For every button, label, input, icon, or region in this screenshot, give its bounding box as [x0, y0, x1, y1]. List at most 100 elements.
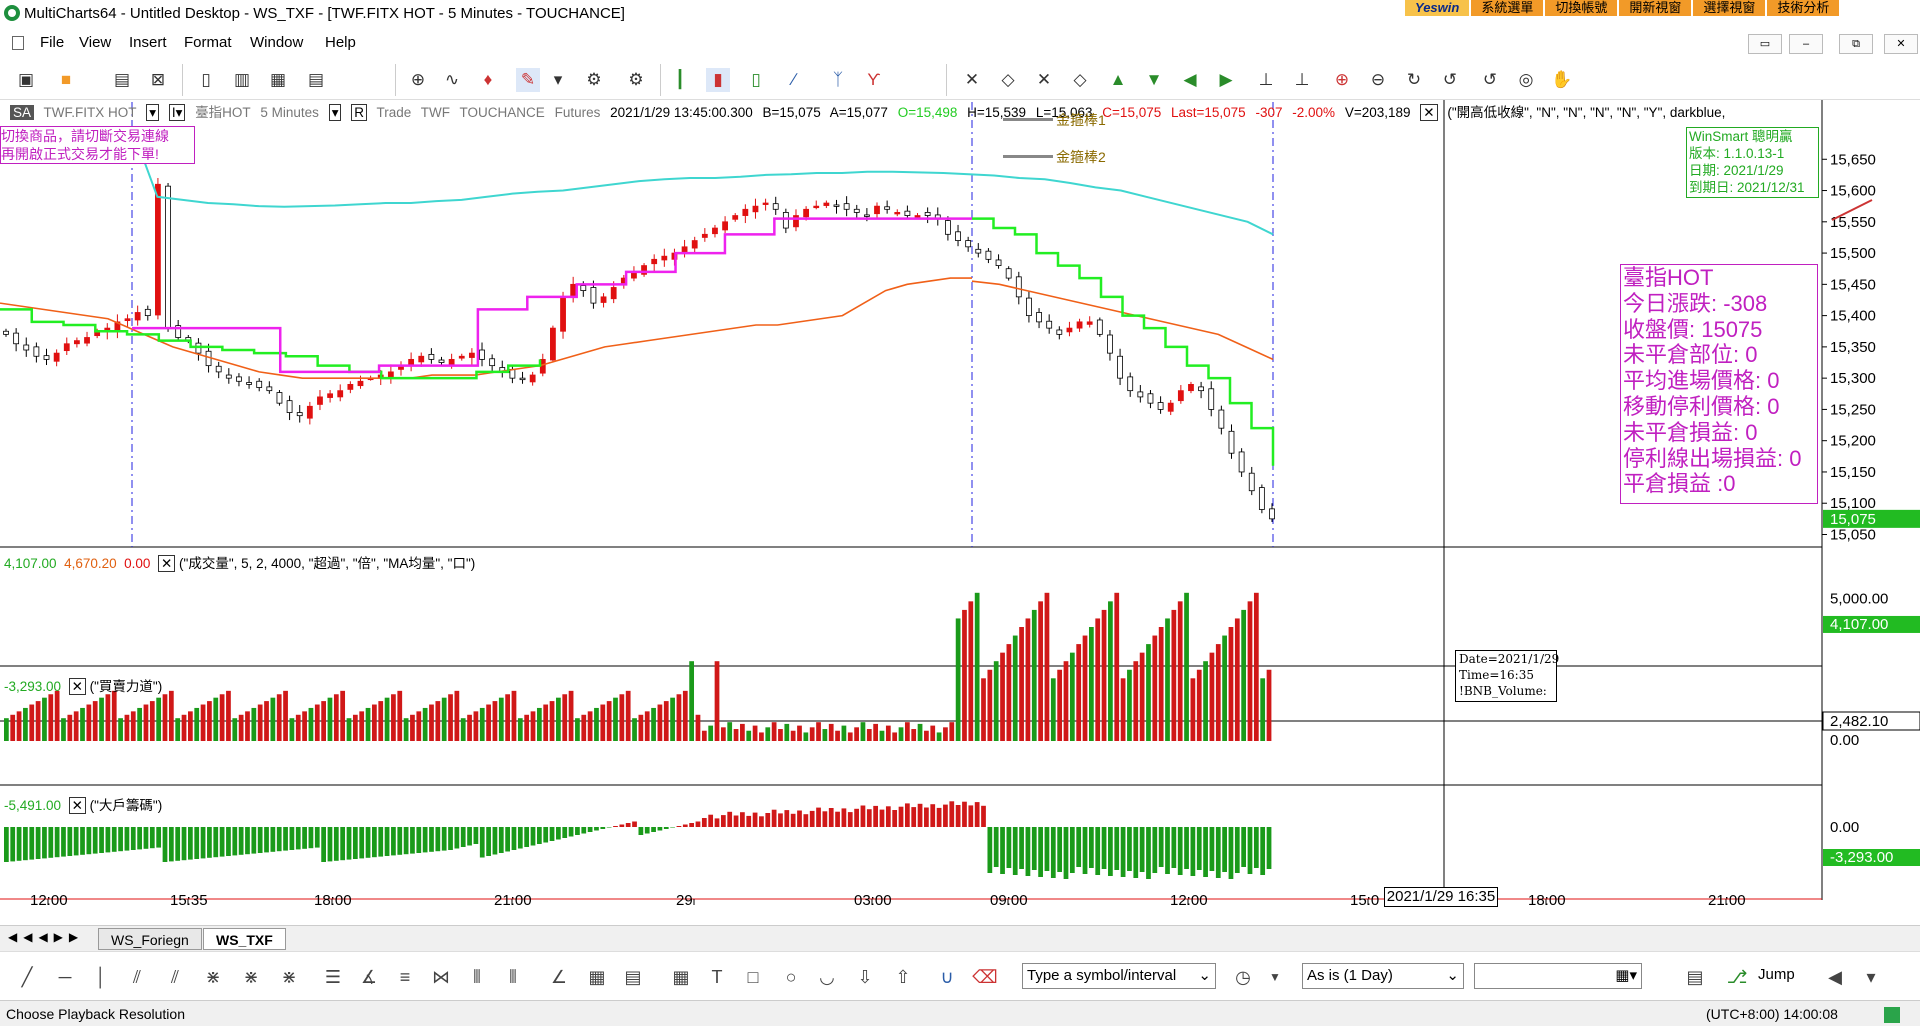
- settings-gear-icon[interactable]: ⚙: [582, 68, 606, 92]
- eraser-icon[interactable]: ⌫: [972, 964, 998, 990]
- fibonacci-time-icon[interactable]: ⦀: [500, 964, 526, 990]
- format-window-icon[interactable]: ⚙: [624, 68, 648, 92]
- remove-study-icon[interactable]: ✕: [1420, 104, 1438, 121]
- fibonacci-time-zones-icon[interactable]: ⦀: [464, 964, 490, 990]
- page-icon[interactable]: ▯: [194, 68, 218, 92]
- symbol-dropdown-icon[interactable]: ▾: [146, 104, 160, 121]
- chart-window[interactable]: 15,650 15,600 15,550 15,500 15,450 15,400 15,3…: [0, 100, 1920, 910]
- menu-file[interactable]: File: [40, 34, 64, 51]
- tab-ws-txf[interactable]: WS_TXF: [203, 928, 286, 950]
- symbol-dropdown-icon[interactable]: ⌄: [1198, 964, 1211, 988]
- insert-drawing-icon[interactable]: ✎: [516, 68, 540, 92]
- tab-ws-foriegn[interactable]: WS_Foriegn: [98, 928, 202, 950]
- new-chart-icon[interactable]: ▣: [14, 68, 38, 92]
- close-button[interactable]: ✕: [1884, 34, 1918, 54]
- play-dropdown-icon[interactable]: ▾: [1858, 964, 1884, 990]
- menu-help[interactable]: Help: [325, 34, 356, 51]
- minimize-button[interactable]: –: [1789, 34, 1823, 54]
- vertical-line-icon[interactable]: │: [88, 964, 114, 990]
- playback-settings-icon[interactable]: ▤: [1682, 964, 1708, 990]
- zoom-xy-icon[interactable]: ✕: [1032, 68, 1056, 92]
- zoom-x-in-icon[interactable]: ✕: [960, 68, 984, 92]
- hide-icon[interactable]: ◎: [1514, 68, 1538, 92]
- fibonacci-extension-icon[interactable]: ≡: [392, 964, 418, 990]
- cursor-anchor-2-icon[interactable]: ⊥: [1290, 68, 1314, 92]
- line-chart-icon[interactable]: ∕: [782, 68, 806, 92]
- fibonacci-arcs-icon[interactable]: ⋈: [428, 964, 454, 990]
- andrews-pitchfork-icon[interactable]: ⋇: [276, 964, 302, 990]
- text-icon[interactable]: T: [704, 964, 730, 990]
- notes-icon[interactable]: ▤: [620, 964, 646, 990]
- insert-study-icon[interactable]: ⊕: [406, 68, 430, 92]
- symbol-input[interactable]: Type a symbol/interval ⌄: [1022, 963, 1216, 989]
- mode-badge[interactable]: SA: [10, 105, 35, 120]
- brand-menu-system[interactable]: 系統選單: [1471, 0, 1546, 16]
- brand-menu-new-window[interactable]: 開新視窗: [1619, 0, 1694, 16]
- restore-window-button[interactable]: ▭: [1748, 34, 1782, 54]
- rectangle-icon[interactable]: □: [740, 964, 766, 990]
- resolution-select[interactable]: As is (1 Day) ⌄: [1302, 963, 1464, 989]
- interval-label[interactable]: 5 Minutes: [260, 105, 319, 120]
- parallel-lines-icon[interactable]: ⫽: [162, 964, 188, 990]
- brand-menu-technical[interactable]: 技術分析: [1767, 0, 1842, 16]
- menu-view[interactable]: View: [79, 34, 111, 51]
- zoom-x-out-icon[interactable]: ◇: [996, 68, 1020, 92]
- fibonacci-retracement-icon[interactable]: ☰: [320, 964, 346, 990]
- arrow-down-icon[interactable]: ⇩: [852, 964, 878, 990]
- remove-volume-study-icon[interactable]: ✕: [157, 555, 176, 572]
- magnet-icon[interactable]: ∪: [934, 964, 960, 990]
- refresh-icon[interactable]: ↻: [1402, 68, 1426, 92]
- gann-icon[interactable]: ⋇: [238, 964, 264, 990]
- interval-type-badge[interactable]: I▾: [168, 104, 186, 121]
- save-icon[interactable]: ▤: [110, 68, 134, 92]
- cursor-anchor-icon[interactable]: ⊥: [1254, 68, 1278, 92]
- dropdown-arrow-icon[interactable]: ▾: [546, 68, 570, 92]
- jump-icon[interactable]: ⎇: [1724, 964, 1750, 990]
- scroll-up-icon[interactable]: ▲: [1106, 68, 1130, 92]
- candlestick-icon[interactable]: ▮: [706, 68, 730, 92]
- calculator-icon[interactable]: ▦: [266, 68, 290, 92]
- arrow-up-icon[interactable]: ⇧: [890, 964, 916, 990]
- zoom-out-icon[interactable]: ⊖: [1366, 68, 1390, 92]
- open-folder-icon[interactable]: ■: [54, 68, 78, 92]
- menu-insert[interactable]: Insert: [129, 34, 167, 51]
- arc-icon[interactable]: ◡: [814, 964, 840, 990]
- horizontal-line-icon[interactable]: ─: [52, 964, 78, 990]
- remove-power-study-icon[interactable]: ✕: [68, 678, 86, 695]
- trendline-icon[interactable]: ╱: [14, 964, 40, 990]
- ellipse-icon[interactable]: ○: [778, 964, 804, 990]
- bar-chart-icon[interactable]: ┃: [668, 68, 692, 92]
- maximize-button[interactable]: ⧉: [1839, 34, 1873, 54]
- channel-icon[interactable]: ⫽: [124, 964, 150, 990]
- date-picker[interactable]: ▦▾: [1474, 963, 1642, 989]
- tab-nav-arrows-icon[interactable]: ◀◀◀▶▶: [8, 930, 84, 944]
- history-icon[interactable]: ↺: [1478, 68, 1502, 92]
- price-chart[interactable]: 15,650 15,600 15,550 15,500 15,450 15,400 15,3…: [0, 100, 1920, 910]
- scroll-left-icon[interactable]: ◀: [1178, 68, 1202, 92]
- menu-format[interactable]: Format: [184, 34, 232, 51]
- brand-menu-switch-account[interactable]: 切換帳號: [1545, 0, 1620, 16]
- hollow-candle-icon[interactable]: ▯: [744, 68, 768, 92]
- insert-signal-icon[interactable]: ♦: [476, 68, 500, 92]
- zoom-y-icon[interactable]: ◇: [1068, 68, 1092, 92]
- scroll-down-icon[interactable]: ▼: [1142, 68, 1166, 92]
- report-icon[interactable]: ▤: [304, 68, 328, 92]
- close-window-icon[interactable]: ⊠: [146, 68, 170, 92]
- scrollbar-track[interactable]: [0, 907, 1920, 910]
- jump-button[interactable]: Jump: [1758, 966, 1795, 983]
- zoom-in-icon[interactable]: ⊕: [1330, 68, 1354, 92]
- angle-icon[interactable]: ∠: [546, 964, 572, 990]
- play-back-icon[interactable]: ◀: [1822, 964, 1848, 990]
- fan-icon[interactable]: ⋇: [200, 964, 226, 990]
- menu-window[interactable]: Window: [250, 34, 303, 51]
- scroll-right-icon[interactable]: ▶: [1214, 68, 1238, 92]
- brand-menu-select-window[interactable]: 選擇視窗: [1693, 0, 1768, 16]
- kagi-chart-icon[interactable]: Ƴ: [862, 68, 886, 92]
- clock-dropdown-icon[interactable]: ▼: [1262, 964, 1288, 990]
- hand-icon[interactable]: ✋: [1550, 68, 1574, 92]
- symbol-name[interactable]: TWF.FITX HOT: [44, 105, 137, 120]
- pnf-chart-icon[interactable]: ᛉ: [826, 68, 850, 92]
- calculator-icon[interactable]: ▦: [668, 964, 694, 990]
- brand-logo[interactable]: Yeswin: [1405, 0, 1472, 16]
- data-window-icon[interactable]: ▥: [230, 68, 254, 92]
